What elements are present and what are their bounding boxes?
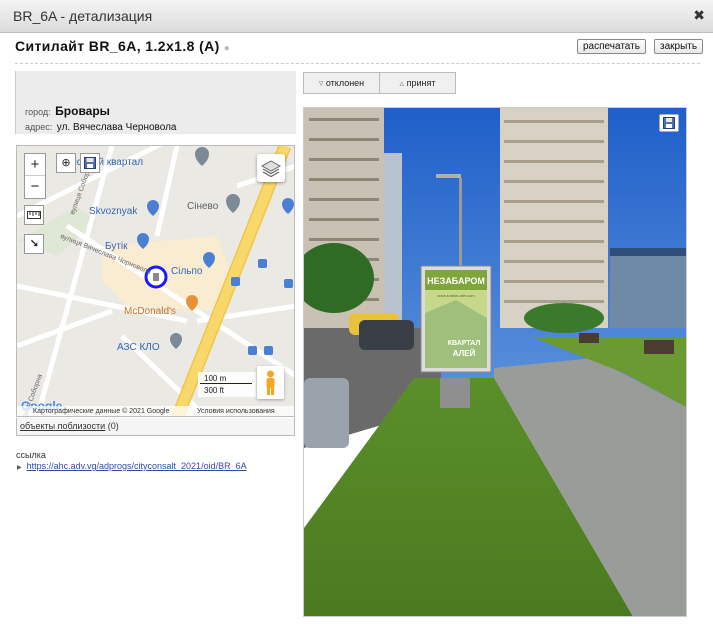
link-label: ссылка — [16, 450, 46, 460]
site-photo: НЕЗАБАРОМ www.kvartal-alei.com КВАРТАЛ А… — [303, 107, 687, 617]
billboard-top-text: НЕЗАБАРОМ — [427, 276, 485, 286]
map-label-silpo: Сільпо — [171, 266, 203, 277]
close-icon[interactable]: ✖ — [693, 8, 705, 22]
map-label-butik: Бутік — [105, 241, 128, 252]
nearby-objects-link[interactable]: объекты поблизости — [20, 421, 105, 431]
page-title-text: Ситилайт BR_6A, 1.2x1.8 (A) — [15, 38, 220, 54]
address-row: адрес: ул. Вячеслава Черновола — [25, 122, 176, 133]
save-photo-button[interactable] — [659, 114, 679, 132]
link-row: ▶ https://ahc.adv.vg/adprogs/cityconsalt_… — [17, 461, 247, 471]
map-label-sinevo: Сінево — [187, 201, 219, 212]
print-button[interactable]: распечатать — [577, 39, 646, 54]
accept-button[interactable]: ▵ принят — [379, 72, 456, 94]
nearby-objects: объекты поблизости (0) — [16, 418, 295, 436]
nearby-objects-count: (0) — [107, 421, 119, 431]
dialog-title: BR_6A - детализация — [13, 8, 153, 24]
scale-bar — [200, 383, 252, 384]
save-map-button[interactable] — [80, 153, 100, 173]
map-widget[interactable]: Лісовий квартал Skvoznyak Сінево Бутік С… — [16, 145, 295, 417]
scale-imperial: 300 ft — [204, 386, 225, 395]
address-label: адрес: — [25, 122, 53, 132]
zoom-in-button[interactable]: + — [25, 154, 45, 176]
map-label-skvoznyak: Skvoznyak — [89, 206, 138, 217]
billboard-brand-1: КВАРТАЛ — [448, 340, 481, 347]
billboard-url-text: www.kvartal-alei.com — [437, 293, 475, 298]
page-title: Ситилайт BR_6A, 1.2x1.8 (A) ● — [15, 38, 230, 54]
pin-icon: ● — [223, 43, 231, 54]
thumbs-down-icon: ▿ — [318, 78, 324, 88]
site-photo-canvas: НЕЗАБАРОМ www.kvartal-alei.com КВАРТАЛ А… — [304, 108, 686, 616]
scale-metric: 100 m — [204, 374, 227, 383]
pegman-icon — [266, 370, 275, 395]
address-value: ул. Вячеслава Черновола — [56, 122, 177, 133]
crosshair-icon: ⊕ — [61, 157, 71, 169]
map-label-azs: АЗС КЛО — [117, 342, 160, 353]
map-scale: 100 m 300 ft — [198, 372, 256, 397]
floppy-disk-icon — [663, 117, 675, 129]
zoom-control: + − — [24, 153, 46, 199]
triangle-right-icon: ▶ — [17, 465, 22, 471]
accept-label: принят — [406, 78, 436, 88]
ruler-button[interactable] — [24, 205, 44, 225]
arrow-down-right-icon: ↘ — [29, 238, 39, 250]
divider — [15, 63, 700, 64]
city-row: город: Бровары — [25, 104, 110, 118]
city-value: Бровары — [55, 104, 110, 118]
floppy-disk-icon — [84, 157, 96, 169]
locate-button[interactable]: ⊕ — [56, 153, 76, 173]
close-button[interactable]: закрыть — [654, 39, 704, 54]
map-label-mcdonalds: McDonald's — [124, 306, 176, 317]
layers-icon — [260, 160, 282, 178]
map-attribution: Картографические данные © 2021 Google Ус… — [17, 406, 294, 416]
thumbs-up-icon: ▵ — [399, 78, 405, 88]
ruler-icon — [27, 211, 41, 219]
dialog-titlebar: BR_6A - детализация ✖ — [0, 0, 713, 33]
street-view-button[interactable] — [257, 366, 284, 399]
layers-button[interactable] — [257, 154, 285, 182]
expand-map-button[interactable]: ↘ — [24, 234, 44, 254]
reject-button[interactable]: ▿ отклонен — [303, 72, 380, 94]
attribution-text: Картографические данные © 2021 Google — [33, 408, 170, 415]
object-url-link[interactable]: https://ahc.adv.vg/adprogs/cityconsalt_2… — [27, 461, 247, 471]
location-info: город: Бровары адрес: ул. Вячеслава Черн… — [15, 71, 296, 134]
reject-label: отклонен — [325, 78, 365, 88]
terms-link[interactable]: Условия использования — [197, 406, 275, 416]
billboard-brand-2: АЛЕЙ — [453, 349, 476, 358]
city-label: город: — [25, 107, 51, 117]
zoom-out-button[interactable]: − — [25, 176, 45, 198]
